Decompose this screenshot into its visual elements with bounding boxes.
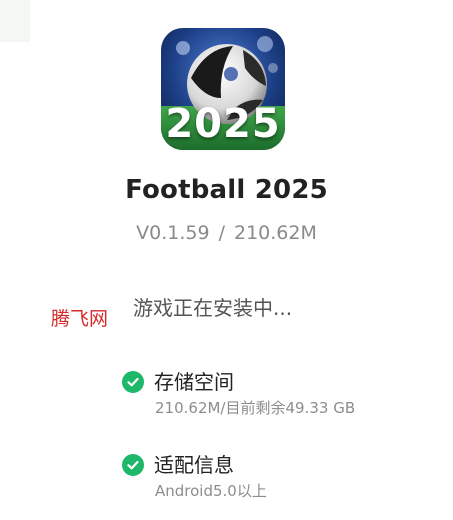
meta-separator: / — [218, 222, 225, 244]
app-version: V0.1.59 — [136, 222, 210, 244]
install-status-text: 游戏正在安装中... — [133, 296, 293, 320]
check-circle-icon — [122, 454, 144, 476]
info-item-storage-head: 存储空间 — [122, 367, 355, 397]
check-circle-icon — [122, 371, 144, 393]
info-title-compat: 适配信息 — [154, 453, 234, 477]
info-item-compat: 适配信息 Android5.0以上 — [122, 450, 267, 502]
app-icon-year: 2025 — [165, 101, 281, 147]
version-size-row: V0.1.59 / 210.62M — [0, 218, 453, 248]
corner-tint — [0, 0, 30, 42]
info-item-storage: 存储空间 210.62M/目前剩余49.33 GB — [122, 367, 355, 419]
info-detail-storage: 210.62M/目前剩余49.33 GB — [155, 399, 356, 417]
app-title: Football 2025 — [125, 175, 328, 205]
info-item-compat-head: 适配信息 — [122, 450, 267, 480]
app-icon: 2025 — [161, 28, 285, 150]
install-screen: 2025 Football 2025 V0.1.59 / 210.62M 游戏正在安… — [0, 0, 453, 520]
info-detail-compat: Android5.0以上 — [155, 482, 267, 500]
info-title-storage: 存储空间 — [154, 370, 234, 394]
app-size: 210.62M — [233, 222, 317, 244]
watermark-text: 腾飞网 — [51, 308, 109, 330]
